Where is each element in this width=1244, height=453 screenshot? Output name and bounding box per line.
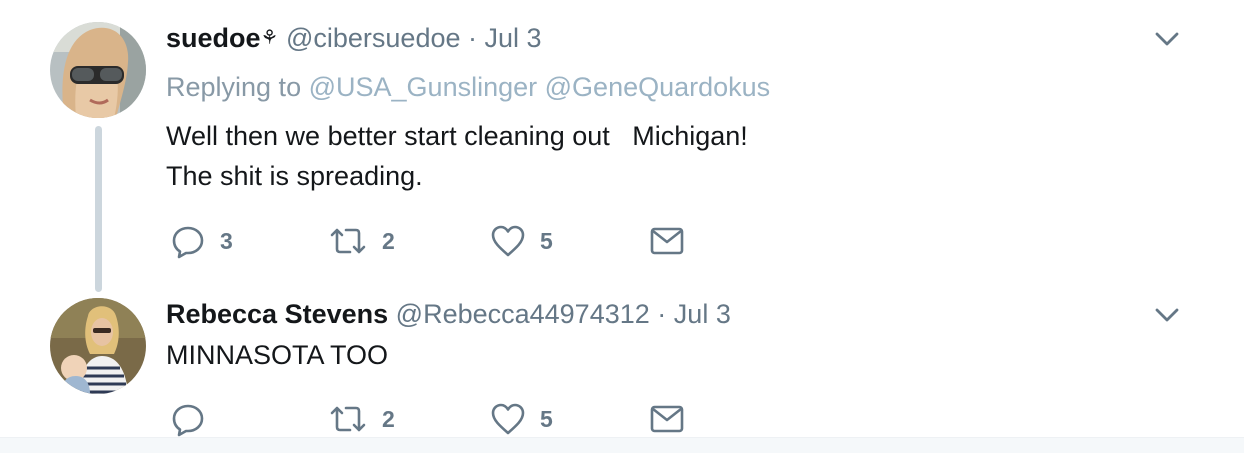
tweet-text: MINNASOTA TOO bbox=[166, 340, 389, 370]
retweet-button[interactable]: 2 bbox=[328, 216, 395, 266]
heart-icon bbox=[491, 403, 525, 435]
display-name[interactable]: Rebecca Stevens bbox=[166, 299, 388, 329]
name-emblem: ⚘ bbox=[260, 27, 279, 49]
tweet-header: Rebecca Stevens @Rebecca44974312 · Jul 3 bbox=[166, 297, 731, 331]
bottom-divider bbox=[0, 437, 1244, 453]
like-button[interactable]: 5 bbox=[490, 216, 553, 266]
direct-message-button[interactable] bbox=[650, 216, 684, 266]
user-handle[interactable]: @cibersuedoe bbox=[286, 23, 461, 53]
chevron-down-icon[interactable] bbox=[1150, 22, 1184, 56]
reply-icon bbox=[172, 404, 204, 437]
reply-count: 3 bbox=[220, 228, 233, 254]
heart-icon bbox=[491, 225, 525, 257]
envelope-icon bbox=[650, 405, 684, 433]
tweet-actions: 3 2 5 bbox=[166, 216, 726, 266]
avatar[interactable] bbox=[50, 298, 146, 394]
display-name[interactable]: suedoe bbox=[166, 23, 261, 53]
replying-to: Replying to @USA_Gunslinger @GeneQuardok… bbox=[166, 70, 770, 104]
mention-link[interactable]: @GeneQuardokus bbox=[545, 72, 771, 102]
retweet-icon bbox=[330, 228, 366, 254]
tweet-date[interactable]: Jul 3 bbox=[485, 23, 542, 53]
tweet-date[interactable]: Jul 3 bbox=[674, 299, 731, 329]
tweet-text: Well then we better start cleaning out M… bbox=[166, 121, 748, 191]
chevron-down-icon[interactable] bbox=[1150, 298, 1184, 332]
user-handle[interactable]: @Rebecca44974312 bbox=[396, 299, 650, 329]
avatar[interactable] bbox=[50, 22, 146, 118]
mention-link[interactable]: @USA_Gunslinger bbox=[309, 72, 538, 102]
like-count: 5 bbox=[540, 228, 553, 254]
reply-icon bbox=[172, 226, 204, 259]
envelope-icon bbox=[650, 227, 684, 255]
separator-dot: · bbox=[468, 23, 478, 53]
thread-line bbox=[95, 126, 102, 292]
separator-dot: · bbox=[657, 299, 667, 329]
tweet-header: suedoe⚘ @cibersuedoe · Jul 3 bbox=[166, 21, 542, 55]
replying-label: Replying to bbox=[166, 72, 302, 102]
retweet-icon bbox=[330, 406, 366, 432]
retweet-count: 2 bbox=[382, 228, 395, 254]
tweet[interactable]: Rebecca Stevens @Rebecca44974312 · Jul 3… bbox=[0, 290, 1244, 452]
reply-button[interactable]: 3 bbox=[170, 216, 233, 266]
tweet[interactable]: suedoe⚘ @cibersuedoe · Jul 3 Replying to… bbox=[0, 0, 1244, 292]
